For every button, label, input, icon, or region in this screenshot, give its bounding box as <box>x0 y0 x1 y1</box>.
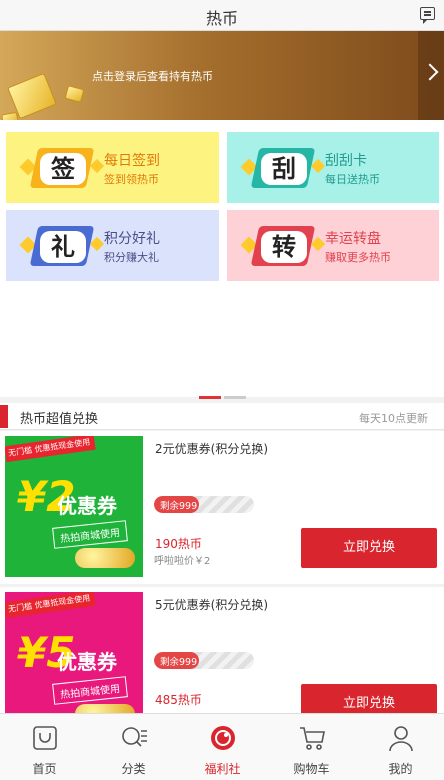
stock-label: 剩余999 <box>160 657 198 668</box>
signin-badge-icon: 签 <box>19 148 105 188</box>
tile-subtitle: 赚取更多热币 <box>325 251 391 264</box>
shopping-bag-icon <box>33 726 57 750</box>
page-indicator <box>0 396 444 400</box>
product-name[interactable]: 2元优惠券(积分兑换) <box>155 440 268 457</box>
product-price: 485热币 <box>155 693 202 707</box>
product-subprice: 呼啦啦价￥2 <box>154 556 211 567</box>
search-list-icon <box>122 727 147 747</box>
login-prompt[interactable]: 点击登录后查看持有热币 <box>92 68 213 84</box>
welfare-icon <box>211 726 235 750</box>
page-title: 热币 <box>205 9 238 28</box>
tile-title: 每日签到 <box>104 153 160 169</box>
tab-label: 首页 <box>32 762 57 776</box>
tile-title: 刮刮卡 <box>325 153 367 169</box>
tab-profile[interactable]: 我的 <box>356 714 444 780</box>
tile-subtitle: 签到领热币 <box>104 173 159 186</box>
tab-home[interactable]: 首页 <box>0 714 89 780</box>
page-dot <box>224 396 246 399</box>
cart-icon <box>300 727 325 750</box>
tab-welfare[interactable]: 福利社 <box>178 714 267 780</box>
stock-progress: 剩余999 <box>154 496 254 513</box>
tile-lucky-wheel[interactable]: 转 幸运转盘 赚取更多热币 <box>227 210 439 281</box>
section-title: 热币超值兑换 <box>20 412 99 427</box>
tab-label: 购物车 <box>293 762 330 776</box>
tile-daily-signin[interactable]: 签 每日签到 签到领热币 <box>6 132 219 203</box>
section-header: 热币超值兑换 每天10点更新 <box>0 403 444 430</box>
tile-scratch-card[interactable]: 刮 刮刮卡 每日送热币 <box>227 132 439 203</box>
tile-title: 积分好礼 <box>104 231 160 247</box>
tile-points-gift[interactable]: 礼 积分好礼 积分赚大礼 <box>6 210 219 281</box>
tab-label: 分类 <box>121 762 146 776</box>
coupon-image[interactable]: 无门槛 优惠抵现金使用 ¥2 优惠券 热拍商城使用 <box>5 436 143 577</box>
coin-icon <box>64 85 85 103</box>
tile-subtitle: 积分赚大礼 <box>104 251 159 264</box>
product-price: 190热币 <box>155 537 202 551</box>
banner-next-button[interactable] <box>418 31 444 120</box>
page-dot-active <box>199 396 221 399</box>
tab-label: 我的 <box>388 762 413 776</box>
stock-label: 剩余999 <box>160 501 198 512</box>
coupon-image[interactable]: 无门槛 优惠抵现金使用 ¥5 优惠券 热拍商城使用 <box>5 592 143 733</box>
tile-title: 幸运转盘 <box>325 231 381 247</box>
feature-grid: 签 每日签到 签到领热币 刮 刮刮卡 每日送热币 礼 积分好礼 积分赚大礼 转 … <box>0 120 444 397</box>
gift-badge-icon: 礼 <box>19 226 105 266</box>
wheel-badge-icon: 转 <box>240 226 326 266</box>
tab-label: 福利社 <box>204 762 241 776</box>
product-card[interactable]: 无门槛 优惠抵现金使用 ¥2 优惠券 热拍商城使用 2元优惠券(积分兑换) 剩余… <box>0 431 444 584</box>
login-banner[interactable]: 点击登录后查看持有热币 <box>0 31 444 120</box>
chevron-right-icon <box>421 63 439 81</box>
coins-icon <box>75 548 135 568</box>
scratch-badge-icon: 刮 <box>240 148 326 188</box>
stock-progress: 剩余999 <box>154 652 254 669</box>
redeem-button[interactable]: 立即兑换 <box>301 528 437 568</box>
tile-subtitle: 每日送热币 <box>325 173 380 186</box>
coin-icon <box>1 111 19 120</box>
message-icon[interactable] <box>420 7 435 24</box>
section-accent-bar <box>0 405 8 428</box>
user-icon <box>389 726 413 752</box>
tab-category[interactable]: 分类 <box>89 714 178 780</box>
product-name[interactable]: 5元优惠券(积分兑换) <box>155 596 268 613</box>
section-note: 每天10点更新 <box>359 412 428 425</box>
top-bar: 热币 <box>0 0 444 31</box>
bottom-tab-bar: 首页 分类 福利社 购物车 我的 <box>0 713 444 780</box>
tab-cart[interactable]: 购物车 <box>267 714 356 780</box>
